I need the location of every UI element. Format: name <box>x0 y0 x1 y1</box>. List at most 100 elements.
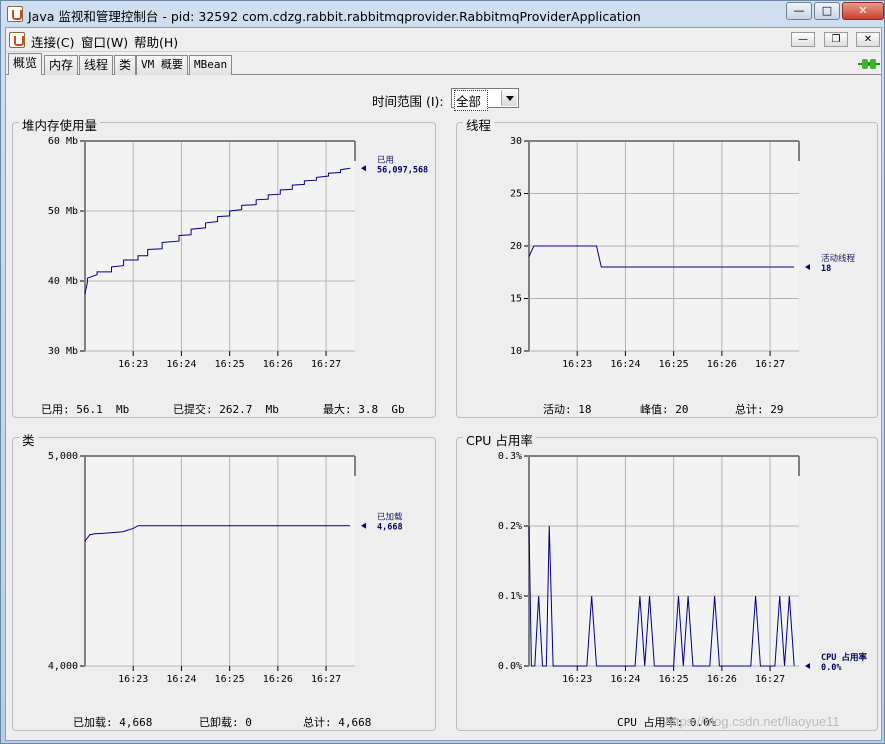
y-tick-label: 20 <box>510 241 522 252</box>
frame-restore-button[interactable]: ❐ <box>824 32 848 47</box>
heap-panel: 堆内存使用量 30 Mb 40 Mb 50 Mb 60 Mb 16:23 16:24 16:… <box>12 115 436 418</box>
menu-connect[interactable]: 连接(C) <box>31 32 74 51</box>
y-tick-label: 30 <box>510 136 522 147</box>
frame-close-button[interactable]: ✕ <box>856 32 880 47</box>
tab-overview[interactable]: 概览 <box>8 53 43 75</box>
minimize-button[interactable]: — <box>786 2 812 20</box>
classes-loaded-value: 4,668 <box>119 716 153 729</box>
x-tick-label: 16:23 <box>562 674 592 685</box>
heap-max-label: 最大: <box>323 403 352 416</box>
threads-live: 活动: 18 <box>543 401 592 417</box>
classes-unloaded: 已卸载: 0 <box>199 714 252 730</box>
series-value-label: 18 <box>821 264 831 274</box>
menu-bar: 连接(C) 窗口(W) 帮助(H) — ❐ ✕ <box>6 28 881 52</box>
x-tick-label: 16:26 <box>263 674 293 685</box>
threads-total-value: 29 <box>770 403 784 416</box>
watermark: https://blog.csdn.net/liaoyue11 <box>665 714 840 729</box>
classes-loaded: 已加载: 4,668 <box>73 714 152 730</box>
x-tick-label: 16:27 <box>311 359 341 370</box>
threads-live-label: 活动: <box>543 403 572 416</box>
x-tick-label: 16:27 <box>311 674 341 685</box>
heap-chart: 30 Mb 40 Mb 50 Mb 60 Mb 16:23 16:24 16:25 16:26… <box>48 136 428 370</box>
x-tick-label: 16:24 <box>610 359 640 370</box>
close-button[interactable]: ✕ <box>842 2 884 20</box>
title-bar[interactable]: Java 监视和管理控制台 - pid: 32592 com.cdzg.rabb… <box>1 1 884 27</box>
menu-window[interactable]: 窗口(W) <box>81 32 128 51</box>
classes-total: 总计: 4,668 <box>303 714 371 730</box>
series-value-label: 0.0% <box>821 663 842 673</box>
classes-total-value: 4,668 <box>338 716 372 729</box>
series-name-label: 已加载 <box>377 512 403 523</box>
threads-total-label: 总计: <box>735 403 764 416</box>
app-window: Java 监视和管理控制台 - pid: 32592 com.cdzg.rabb… <box>0 0 885 744</box>
y-tick-label: 15 <box>510 294 522 305</box>
x-tick-label: 16:26 <box>707 359 737 370</box>
tab-vm-summary[interactable]: VM 概要 <box>136 55 188 75</box>
classes-chart: 4,000 5,000 16:23 16:24 16:25 16:26 16:27 已加载4,… <box>48 451 403 685</box>
heap-max: 最大: 3.8 Gb <box>323 401 405 417</box>
series-value-label: 4,668 <box>377 523 403 533</box>
heap-max-value: 3.8 Gb <box>358 403 405 416</box>
time-range-label: 时间范围 (I): <box>372 94 444 109</box>
tab-classes[interactable]: 类 <box>114 55 137 75</box>
plot-area <box>85 456 355 666</box>
y-tick-label: 25 <box>510 189 522 200</box>
y-tick-label: 0.0% <box>498 661 522 672</box>
tab-mbean[interactable]: MBean <box>189 55 233 75</box>
series-name-label: 已用 <box>377 155 394 165</box>
threads-peak-value: 20 <box>675 403 689 416</box>
tab-threads[interactable]: 线程 <box>79 55 114 75</box>
tab-memory[interactable]: 内存 <box>44 55 79 75</box>
x-tick-label: 16:24 <box>166 359 196 370</box>
heap-committed-label: 已提交: <box>173 403 213 416</box>
frame-minimize-button[interactable]: — <box>791 32 815 47</box>
java-coffee-icon[interactable] <box>9 32 25 48</box>
x-tick-label: 16:26 <box>263 359 293 370</box>
x-tick-label: 16:27 <box>755 359 785 370</box>
y-tick-label: 4,000 <box>48 661 78 672</box>
maximize-button[interactable]: □ <box>814 2 840 20</box>
cpu-panel: CPU 占用率 0.0% 0.1% 0.2% 0.3% 16:23 16:24 16:25 1… <box>456 430 878 731</box>
x-tick-label: 16:27 <box>755 674 785 685</box>
x-tick-label: 16:25 <box>659 674 689 685</box>
x-tick-label: 16:26 <box>707 674 737 685</box>
heap-stats: 已用: 56.1 Mb <box>41 401 129 417</box>
threads-panel: 线程 10 15 20 25 30 16:23 16:24 16:25 16:26 16:27 活动… <box>456 115 878 418</box>
time-range-value: 全部 <box>454 90 489 111</box>
java-coffee-icon <box>7 6 23 22</box>
x-tick-label: 16:23 <box>118 674 148 685</box>
classes-total-label: 总计: <box>303 716 332 729</box>
threads-live-value: 18 <box>578 403 592 416</box>
x-tick-label: 16:24 <box>166 674 196 685</box>
threads-peak: 峰值: 20 <box>640 401 689 417</box>
window-title: Java 监视和管理控制台 - pid: 32592 com.cdzg.rabb… <box>28 9 641 24</box>
menu-help[interactable]: 帮助(H) <box>134 32 178 51</box>
classes-unloaded-label: 已卸载: <box>199 716 239 729</box>
series-name-label: CPU 占用率 <box>821 652 867 663</box>
chevron-down-icon[interactable] <box>501 90 517 106</box>
y-tick-label: 0.2% <box>498 521 522 532</box>
y-tick-label: 50 Mb <box>48 206 78 217</box>
x-tick-label: 16:24 <box>610 674 640 685</box>
threads-total: 总计: 29 <box>735 401 784 417</box>
y-tick-label: 40 Mb <box>48 276 78 287</box>
threads-chart: 10 15 20 25 30 16:23 16:24 16:25 16:26 16:27 活动线程1… <box>510 136 856 370</box>
heap-used-value: 56.1 Mb <box>76 403 130 416</box>
internal-frame: 连接(C) 窗口(W) 帮助(H) — ❐ ✕ 概览 内存 线程 类 VM 概要… <box>5 27 882 741</box>
classes-loaded-label: 已加载: <box>73 716 113 729</box>
series-marker <box>361 522 366 529</box>
time-range-select[interactable]: 全部 <box>451 88 519 111</box>
heap-committed: 已提交: 262.7 Mb <box>173 401 279 417</box>
series-value-label: 56,097,568 <box>377 165 428 175</box>
x-tick-label: 16:25 <box>215 674 245 685</box>
heap-used-label: 已用: <box>41 403 70 416</box>
series-marker <box>361 165 366 172</box>
x-tick-label: 16:23 <box>562 359 592 370</box>
cpu-chart: 0.0% 0.1% 0.2% 0.3% 16:23 16:24 16:25 16:26 16:2… <box>498 451 868 685</box>
y-tick-label: 0.3% <box>498 451 522 462</box>
y-tick-label: 30 Mb <box>48 346 78 357</box>
series-marker <box>805 663 810 669</box>
series-name-label: 活动线程 <box>821 253 856 264</box>
y-tick-label: 10 <box>510 346 522 357</box>
connected-plug-icon <box>858 59 880 69</box>
